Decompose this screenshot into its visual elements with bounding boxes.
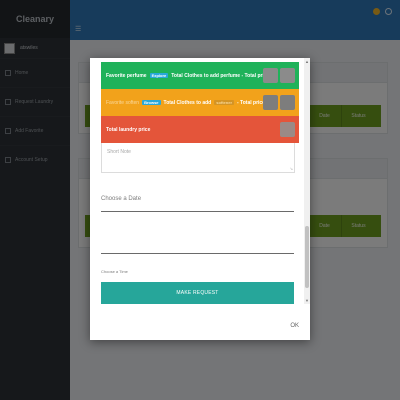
total-laundry-bar: Total laundry price <box>101 116 299 143</box>
softener-price-text: - Total price <box>237 99 265 106</box>
short-note-placeholder: Short Note <box>107 149 131 155</box>
resize-grip-icon[interactable]: ↘ <box>290 166 293 171</box>
softener-toggle-a[interactable] <box>263 95 278 110</box>
favorite-softener-label: Favorite soften <box>106 99 140 106</box>
softener-tag: softener <box>214 100 234 105</box>
total-laundry-label: Total laundry price <box>106 126 151 133</box>
scrollbar-thumb[interactable] <box>305 226 309 288</box>
time-field-label: Choose a Time <box>101 269 128 274</box>
modal-scrollbar[interactable]: ▲ ▼ <box>304 58 310 304</box>
modal-scroll-area[interactable]: Favorite perfume Explore Total Clothes t… <box>90 58 310 304</box>
browse-tag[interactable]: Browse <box>142 100 161 105</box>
explore-tag[interactable]: Explore <box>149 73 169 78</box>
ok-button[interactable]: OK <box>290 323 299 329</box>
scroll-down-icon[interactable]: ▼ <box>305 298 309 303</box>
favorite-perfume-bar[interactable]: Favorite perfume Explore Total Clothes t… <box>101 62 299 89</box>
time-input[interactable] <box>101 232 294 254</box>
short-note-textarea[interactable]: Short Note ↘ <box>101 143 295 173</box>
request-modal: Favorite perfume Explore Total Clothes t… <box>90 58 310 340</box>
laundry-total-box[interactable] <box>280 122 295 137</box>
perfume-toggle-b[interactable] <box>280 68 295 83</box>
make-request-button[interactable]: MAKE REQUEST <box>101 282 294 304</box>
date-input[interactable]: Choose a Date <box>101 190 294 212</box>
softener-total-text: Total Clothes to add <box>163 99 212 106</box>
favorite-softener-bar[interactable]: Favorite soften Browse Total Clothes to … <box>101 89 299 116</box>
favorite-perfume-label: Favorite perfume <box>106 72 147 79</box>
date-field-label: Choose a Date <box>101 196 142 202</box>
scroll-up-icon[interactable]: ▲ <box>305 59 309 64</box>
perfume-total-text: Total Clothes to add perfume - Total pri… <box>171 72 270 79</box>
perfume-toggle-a[interactable] <box>263 68 278 83</box>
softener-toggle-b[interactable] <box>280 95 295 110</box>
